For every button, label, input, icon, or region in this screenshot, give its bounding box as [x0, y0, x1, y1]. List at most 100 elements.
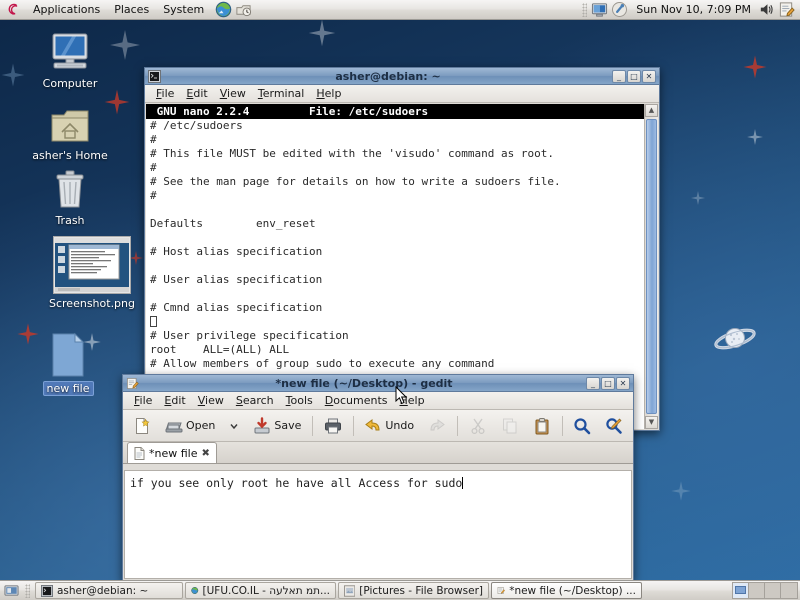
terminal-menu-edit[interactable]: Edit — [180, 85, 213, 103]
gedit-icon — [497, 587, 505, 594]
terminal-window-buttons: _ □ ✕ — [612, 69, 656, 83]
menu-system[interactable]: System — [156, 0, 211, 20]
text-file-icon — [23, 330, 113, 378]
terminal-line: Defaults env_reset — [150, 217, 316, 230]
terminal-menu-view[interactable]: View — [214, 85, 252, 103]
terminal-titlebar[interactable]: asher@debian: ~ _ □ ✕ — [145, 68, 659, 85]
taskbar-item-terminal[interactable]: asher@debian: ~ — [35, 582, 183, 599]
menu-places[interactable]: Places — [107, 0, 156, 20]
gedit-text-area[interactable]: if you see only root he have all Access … — [124, 470, 632, 579]
minimize-button[interactable]: _ — [586, 376, 600, 390]
panel-grip[interactable] — [582, 2, 588, 17]
screenshot-thumbnail-icon — [44, 236, 140, 294]
desktop-icon-computer[interactable]: Computer — [25, 26, 115, 90]
desktop-icon-label: new file — [42, 381, 94, 396]
debian-swirl-icon[interactable] — [0, 2, 26, 17]
terminal-menu-help[interactable]: Help — [310, 85, 347, 103]
gedit-tab-new-file[interactable]: *new file ✖ — [127, 442, 217, 463]
workspace-2[interactable] — [749, 583, 765, 598]
web-browser-icon[interactable] — [215, 1, 233, 19]
close-button[interactable]: ✕ — [642, 69, 656, 83]
volume-icon[interactable] — [758, 1, 776, 19]
undo-button[interactable]: Undo — [358, 414, 420, 438]
star-decoration — [0, 62, 26, 88]
terminal-icon — [41, 584, 53, 597]
star-decoration — [742, 54, 768, 80]
desktop-icon-trash[interactable]: Trash — [25, 163, 115, 227]
terminal-line: # Allow members of group sudo to execute… — [150, 357, 495, 370]
desktop-icon-new-file[interactable]: new file — [23, 330, 113, 396]
minimize-button[interactable]: _ — [612, 69, 626, 83]
terminal-icon — [148, 69, 161, 83]
cut-button — [463, 414, 493, 438]
desktop-icon-home[interactable]: asher's Home — [25, 98, 115, 162]
taskbar-item-browser[interactable]: [UFU.CO.IL - תמ תאלעה... — [185, 582, 336, 599]
save-button[interactable]: Save — [247, 414, 307, 438]
open-dropdown-button[interactable] — [223, 418, 245, 434]
panel-tray: Sun Nov 10, 7:09 PM — [579, 0, 800, 20]
workspace-4[interactable] — [781, 583, 797, 598]
gedit-tabbar: *new file ✖ — [123, 442, 633, 464]
workspace-1[interactable] — [733, 583, 749, 598]
top-panel: Applications Places System Sun Nov 10, 7… — [0, 0, 800, 20]
menu-applications[interactable]: Applications — [26, 0, 107, 20]
taskbar-item-file-browser[interactable]: [Pictures - File Browser] — [338, 582, 489, 599]
star-decoration — [746, 128, 764, 146]
replace-button[interactable] — [599, 414, 629, 438]
display-settings-icon[interactable] — [591, 1, 609, 19]
brightness-applet-icon[interactable] — [611, 1, 629, 19]
star-decoration — [670, 480, 692, 502]
maximize-button[interactable]: □ — [627, 69, 641, 83]
gedit-window[interactable]: *new file (~/Desktop) - gedit _ □ ✕ File… — [122, 374, 634, 581]
gedit-menu-view[interactable]: View — [192, 392, 230, 410]
show-desktop-icon[interactable] — [2, 583, 20, 598]
computer-icon — [25, 26, 115, 74]
close-button[interactable]: ✕ — [616, 376, 630, 390]
copy-button — [495, 414, 525, 438]
update-manager-icon[interactable] — [235, 1, 253, 19]
gedit-menu-documents[interactable]: Documents — [319, 392, 394, 410]
gedit-menu-file[interactable]: File — [128, 392, 158, 410]
print-button[interactable] — [318, 414, 348, 438]
nano-text-lines: # /etc/sudoers # # This file MUST be edite… — [146, 119, 658, 371]
bottom-panel: asher@debian: ~ [UFU.CO.IL - תמ תאלעה...… — [0, 580, 800, 600]
trash-icon — [25, 163, 115, 211]
scrollbar-thumb[interactable] — [646, 119, 657, 414]
new-document-button[interactable] — [127, 414, 157, 438]
workspace-3[interactable] — [765, 583, 781, 598]
terminal-line: # User privilege specification — [150, 329, 349, 342]
workspace-switcher[interactable] — [732, 582, 798, 599]
document-icon — [134, 446, 145, 460]
scroll-down-arrow-icon[interactable]: ▼ — [645, 416, 658, 429]
gedit-icon — [126, 377, 139, 390]
star-decoration — [690, 190, 706, 206]
gedit-window-buttons: _ □ ✕ — [586, 376, 630, 390]
terminal-menu-file[interactable]: File — [150, 85, 180, 103]
clock[interactable]: Sun Nov 10, 7:09 PM — [630, 3, 757, 16]
gedit-menu-edit[interactable]: Edit — [158, 392, 191, 410]
open-button[interactable]: Open — [159, 414, 221, 438]
text-editor-tray-icon[interactable] — [778, 1, 796, 19]
terminal-menu-terminal[interactable]: Terminal — [252, 85, 311, 103]
terminal-scrollbar[interactable]: ▲ ▼ — [644, 104, 658, 429]
terminal-menubar: File Edit View Terminal Help — [145, 85, 659, 103]
panel-grip[interactable] — [25, 583, 30, 598]
desktop-icon-screenshot[interactable]: Screenshot.png — [44, 236, 140, 310]
scroll-up-arrow-icon[interactable]: ▲ — [645, 104, 658, 117]
open-button-label: Open — [186, 419, 216, 432]
taskbar-item-gedit[interactable]: *new file (~/Desktop) ... — [491, 582, 642, 599]
close-icon[interactable]: ✖ — [202, 448, 210, 459]
gedit-menu-search[interactable]: Search — [230, 392, 280, 410]
terminal-line: # User alias specification — [150, 273, 323, 286]
terminal-line: # /etc/sudoers — [150, 119, 243, 132]
paste-button[interactable] — [527, 414, 557, 438]
gedit-toolbar: Open Save Undo — [123, 410, 633, 442]
saturn-planet-icon — [713, 324, 757, 354]
gedit-menu-tools[interactable]: Tools — [280, 392, 319, 410]
terminal-line: # Cmnd alias specification — [150, 301, 323, 314]
maximize-button[interactable]: □ — [601, 376, 615, 390]
gedit-menubar: File Edit View Search Tools Documents He… — [123, 392, 633, 410]
gedit-titlebar[interactable]: *new file (~/Desktop) - gedit _ □ ✕ — [123, 375, 633, 392]
find-button[interactable] — [567, 414, 597, 438]
